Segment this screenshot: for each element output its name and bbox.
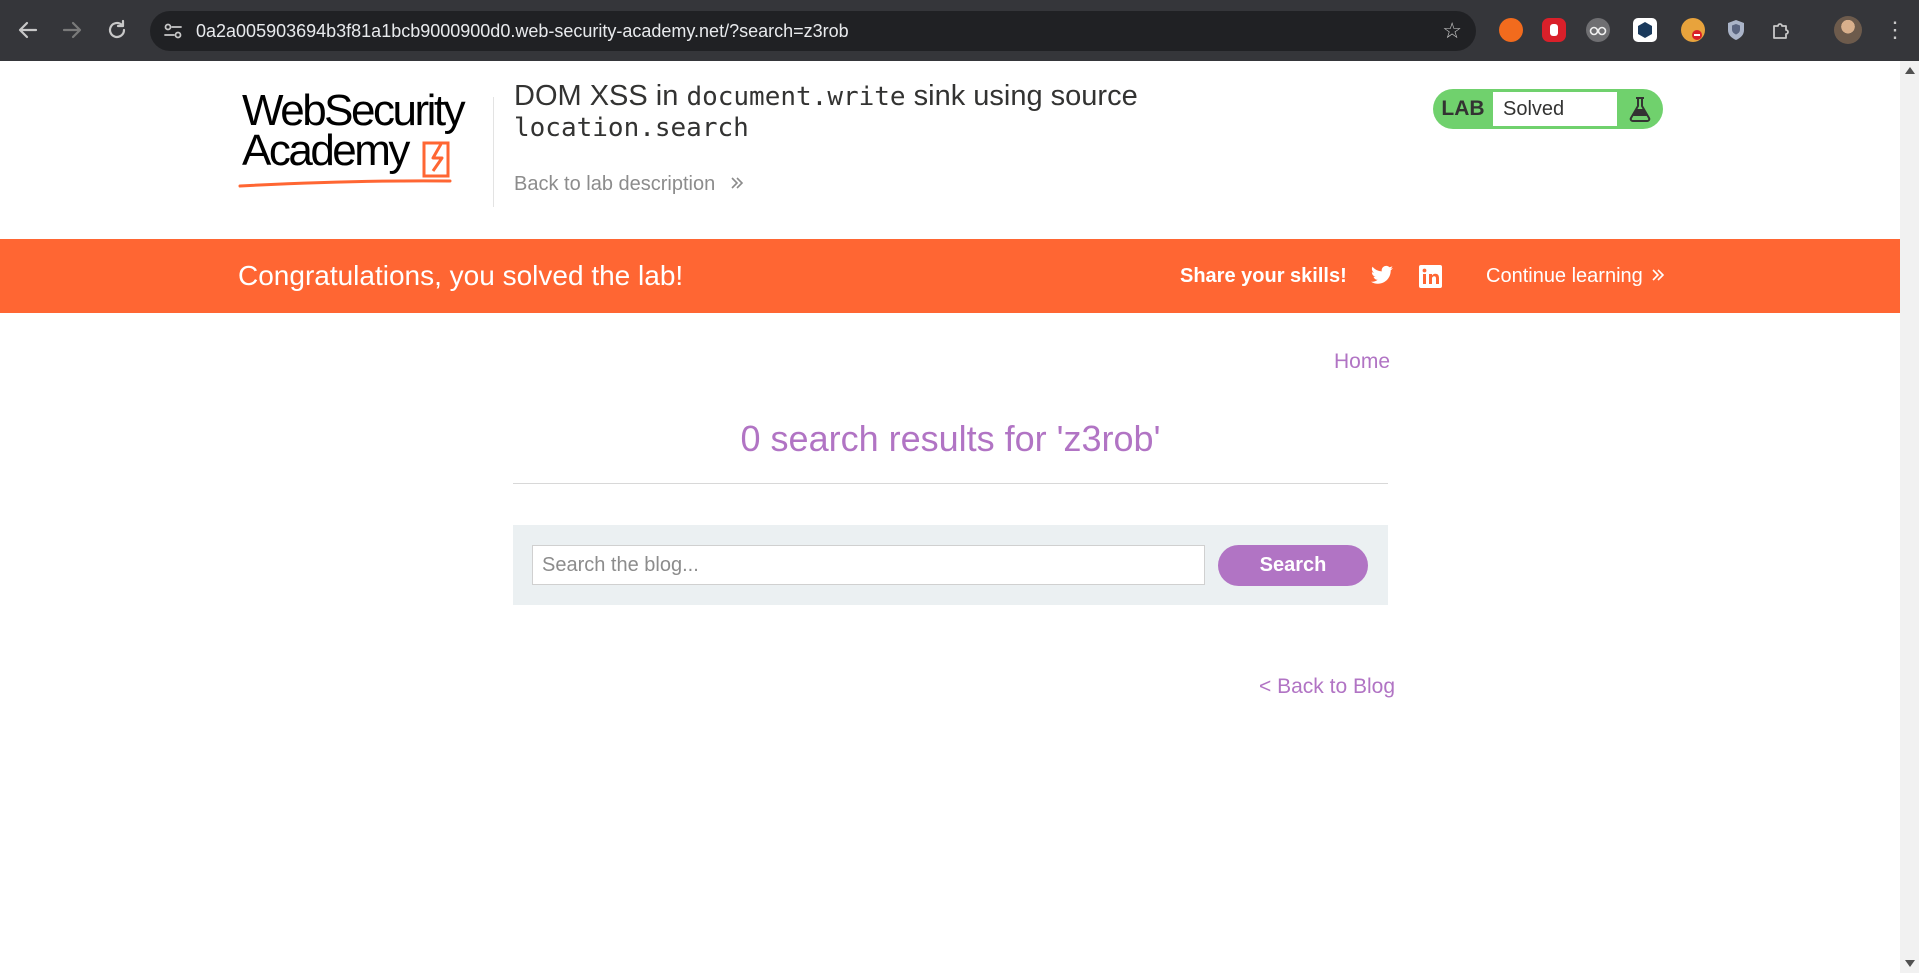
lab-title-text: DOM XSS in [514, 80, 687, 112]
twitter-icon[interactable] [1370, 265, 1394, 287]
bookmark-star-icon[interactable]: ☆ [1442, 19, 1462, 43]
divider [513, 483, 1388, 484]
lab-tag: LAB [1441, 97, 1485, 120]
url-text[interactable]: 0a2a005903694b3f81a1bcb9000900d0.web-sec… [196, 11, 849, 51]
header-divider [493, 97, 494, 207]
search-panel: Search [513, 525, 1388, 605]
search-results-heading: 0 search results for 'z3rob' [740, 418, 1161, 459]
share-skills-label: Share your skills! [1180, 265, 1347, 287]
stop-hand-extension-icon[interactable] [1542, 18, 1566, 42]
scroll-down-arrow-icon[interactable] [1905, 960, 1915, 967]
more-menu-icon[interactable]: ⋮ [1884, 16, 1906, 44]
logo-bolt-icon [238, 141, 452, 188]
double-chevron-right-icon [1652, 269, 1665, 281]
reload-icon[interactable] [101, 14, 133, 46]
extensions-puzzle-icon[interactable] [1769, 18, 1793, 42]
browser-toolbar: 0a2a005903694b3f81a1bcb9000900d0.web-sec… [0, 0, 1919, 61]
continue-learning-link[interactable]: Continue learning [1486, 239, 1666, 313]
burp-extension-icon[interactable] [1499, 18, 1523, 42]
double-chevron-right-icon [731, 177, 743, 189]
back-arrow-icon[interactable] [12, 14, 44, 46]
back-to-blog-link[interactable]: < Back to Blog [1259, 675, 1395, 699]
web-security-academy-logo[interactable]: WebSecurity Academy [238, 87, 490, 191]
lab-title-code-source: location.search [514, 113, 749, 143]
home-link[interactable]: Home [1334, 350, 1390, 374]
lab-status-text: Solved [1493, 92, 1617, 126]
cookie-extension-icon[interactable] [1681, 18, 1705, 42]
forward-arrow-icon[interactable] [56, 14, 88, 46]
lab-title-text-middle: sink using source [905, 80, 1138, 112]
search-input[interactable] [532, 545, 1205, 585]
back-to-lab-description-label: Back to lab description [514, 173, 716, 195]
glasses-extension-icon[interactable] [1586, 18, 1610, 42]
back-to-lab-description-link[interactable]: Back to lab description [514, 173, 745, 196]
lab-title-code-sink: document.write [686, 82, 906, 112]
lab-title: DOM XSS in document.write sink using sou… [514, 81, 1138, 143]
shield-extension-icon[interactable] [1724, 18, 1748, 42]
linkedin-icon[interactable] [1419, 265, 1442, 288]
page-scrollbar[interactable] [1900, 61, 1919, 973]
scroll-up-arrow-icon[interactable] [1905, 67, 1915, 74]
address-bar[interactable]: 0a2a005903694b3f81a1bcb9000900d0.web-sec… [150, 11, 1476, 51]
profile-avatar[interactable] [1834, 16, 1862, 44]
lab-header: WebSecurity Academy DOM XSS in document.… [0, 61, 1900, 239]
flask-icon [1617, 89, 1663, 129]
lab-solved-banner: Congratulations, you solved the lab! Sha… [0, 239, 1900, 313]
congratulations-message: Congratulations, you solved the lab! [238, 260, 684, 291]
site-info-icon[interactable] [162, 20, 184, 42]
search-button[interactable]: Search [1218, 545, 1368, 586]
lab-status-widget: LAB Solved [1433, 89, 1663, 129]
cube-extension-icon[interactable] [1633, 18, 1657, 42]
continue-learning-label: Continue learning [1486, 265, 1643, 287]
